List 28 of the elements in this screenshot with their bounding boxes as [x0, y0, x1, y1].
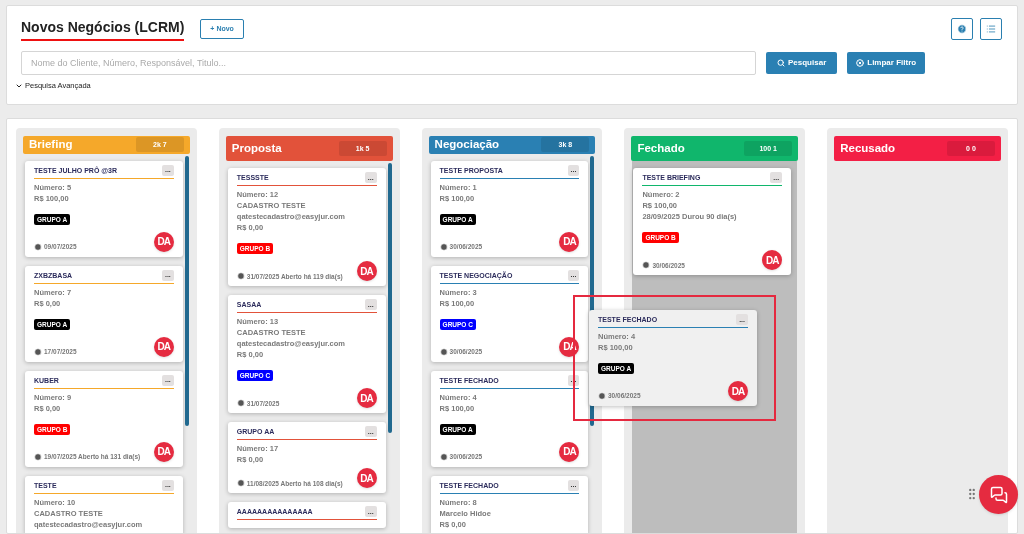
help-button[interactable] [951, 18, 973, 40]
clear-icon [856, 59, 865, 67]
avatar: DA [356, 468, 377, 489]
column-title: Briefing [29, 137, 73, 153]
column-title: Proposta [231, 141, 282, 157]
scrollbar-thumb[interactable] [387, 163, 392, 434]
avatar: DA [356, 261, 377, 282]
list-icon [986, 24, 996, 34]
clear-filter-button[interactable]: Limpar Filtro [847, 52, 926, 74]
avatar: DA [762, 250, 783, 271]
avatar: DA [153, 441, 174, 462]
page-title: Novos Negócios (LCRM) [21, 17, 185, 41]
avatar: DA [728, 381, 748, 401]
avatar: DA [559, 441, 580, 462]
scrollbar-thumb[interactable] [184, 155, 189, 426]
avatar: DA [153, 231, 174, 252]
column-title: Fechado [637, 141, 685, 157]
column-title: Negociação [434, 137, 500, 153]
column-title: Recusado [840, 141, 896, 157]
search-field[interactable]: Nome do Cliente, Número, Responsável, Titulo... [21, 51, 756, 75]
help-icon [957, 24, 967, 34]
search-button[interactable]: Pesquisar [766, 52, 838, 74]
avatar: DA [559, 231, 580, 252]
chat-icon [989, 485, 1008, 504]
avatar: DA [356, 388, 377, 409]
avatar: DA [153, 336, 174, 357]
search-icon [777, 59, 785, 67]
list-view-button[interactable] [980, 18, 1002, 40]
